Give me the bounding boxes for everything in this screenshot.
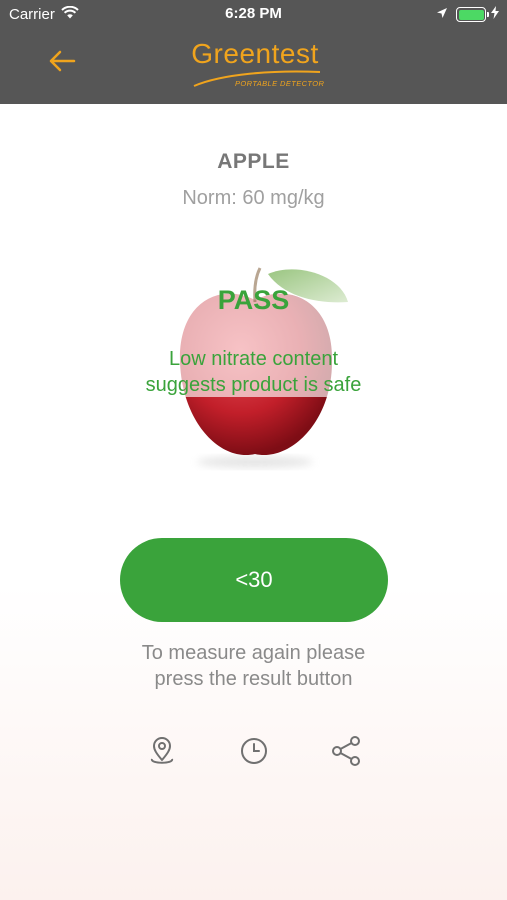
- result-description-line1: Low nitrate content: [169, 348, 338, 370]
- location-arrow-icon: [436, 6, 448, 23]
- back-button[interactable]: [44, 48, 80, 78]
- location-pin-icon: [148, 736, 176, 771]
- battery-icon: [456, 7, 489, 22]
- arrow-left-icon: [48, 50, 76, 77]
- location-button[interactable]: [142, 733, 182, 773]
- share-button[interactable]: [326, 733, 366, 773]
- brand-tagline: PORTABLE DETECTOR: [235, 79, 325, 88]
- share-icon: [331, 735, 361, 771]
- clock-icon: [240, 737, 268, 770]
- result-status: PASS: [217, 285, 290, 315]
- measure-hint: To measure again please press the result…: [0, 640, 507, 692]
- product-name: APPLE: [217, 150, 290, 173]
- top-bar: Carrier 6:28 PM Greentest PORTABLE DETEC…: [0, 0, 507, 104]
- measure-hint-line1: To measure again please: [141, 642, 366, 664]
- status-time: 6:28 PM: [225, 5, 282, 22]
- charging-bolt-icon: [491, 6, 499, 23]
- brand-name: Greentest: [191, 38, 319, 69]
- status-right: [436, 6, 499, 23]
- brand-logo: Greentest PORTABLE DETECTOR: [190, 38, 330, 94]
- status-bar: Carrier 6:28 PM: [0, 0, 507, 28]
- measure-hint-line2: press the result button: [154, 668, 353, 690]
- result-button[interactable]: <30: [120, 538, 388, 622]
- result-value: <30: [235, 567, 273, 592]
- action-row: [0, 733, 507, 773]
- result-description: Low nitrate content suggests product is …: [0, 346, 507, 398]
- result-description-line2: suggests product is safe: [145, 374, 362, 396]
- history-button[interactable]: [234, 733, 274, 773]
- product-norm: Norm: 60 mg/kg: [182, 187, 325, 209]
